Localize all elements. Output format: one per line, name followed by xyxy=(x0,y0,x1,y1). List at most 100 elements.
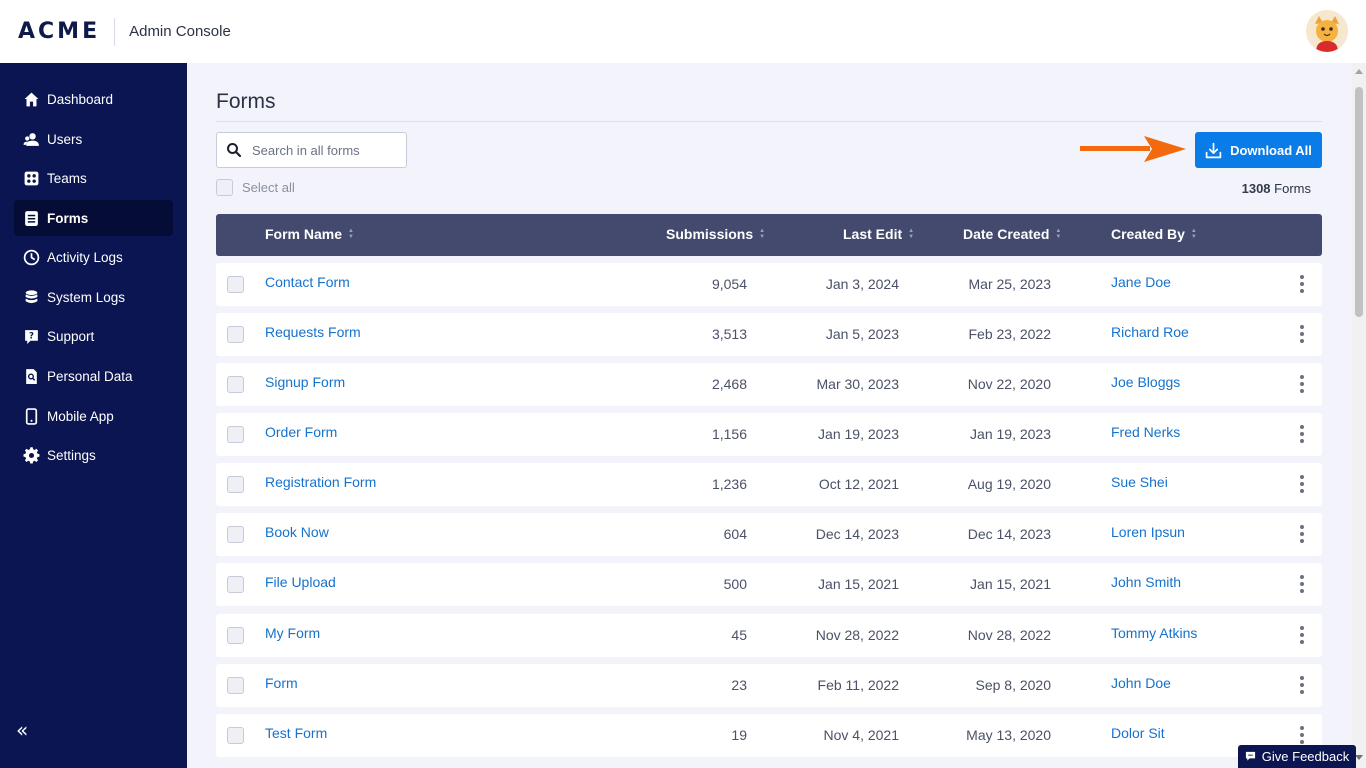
select-all[interactable]: Select all xyxy=(216,179,295,196)
scroll-down-icon[interactable] xyxy=(1355,755,1363,760)
row-checkbox[interactable] xyxy=(227,576,244,593)
more-options-icon[interactable] xyxy=(1297,575,1307,593)
created-by-link[interactable]: Sue Shei xyxy=(1111,474,1168,490)
more-options-icon[interactable] xyxy=(1297,676,1307,694)
created-by-link[interactable]: Jane Doe xyxy=(1111,274,1171,290)
last-edit-date: Jan 5, 2023 xyxy=(825,326,899,342)
user-avatar[interactable] xyxy=(1306,10,1348,52)
sidebar-item-teams[interactable]: Teams xyxy=(14,160,173,196)
form-name-link[interactable]: Registration Form xyxy=(265,474,376,490)
column-header-date-created[interactable]: Date Created ▲ ▼ xyxy=(963,226,1061,242)
sidebar-item-users[interactable]: Users xyxy=(14,121,173,157)
table-row: Book Now 604 Dec 14, 2023 Dec 14, 2023 L… xyxy=(216,513,1322,556)
page-title: Forms xyxy=(216,90,276,113)
sidebar-item-settings[interactable]: Settings xyxy=(14,437,173,473)
sidebar-item-mobile-app[interactable]: Mobile App xyxy=(14,398,173,434)
more-options-icon[interactable] xyxy=(1297,375,1307,393)
search-input[interactable] xyxy=(252,142,402,158)
download-all-button[interactable]: Download All xyxy=(1195,132,1322,168)
form-name-link[interactable]: Order Form xyxy=(265,424,337,440)
scroll-thumb[interactable] xyxy=(1355,87,1363,317)
select-all-checkbox[interactable] xyxy=(216,179,233,196)
personal-data-icon xyxy=(22,367,40,385)
help-icon: ? xyxy=(22,327,40,345)
table-row: Order Form 1,156 Jan 19, 2023 Jan 19, 20… xyxy=(216,413,1322,456)
form-name-link[interactable]: File Upload xyxy=(265,574,336,590)
created-by-link[interactable]: Fred Nerks xyxy=(1111,424,1180,440)
column-label: Submissions xyxy=(666,226,754,242)
column-header-created-by[interactable]: Created By ▲ ▼ xyxy=(1111,226,1197,242)
created-by-link[interactable]: Richard Roe xyxy=(1111,324,1189,340)
created-by-link[interactable]: Loren Ipsun xyxy=(1111,524,1185,540)
sidebar-item-forms[interactable]: Forms xyxy=(14,200,173,236)
table-row: File Upload 500 Jan 15, 2021 Jan 15, 202… xyxy=(216,563,1322,606)
date-created: Feb 23, 2022 xyxy=(968,326,1051,342)
date-created: Dec 14, 2023 xyxy=(967,526,1051,542)
teams-icon xyxy=(22,169,40,187)
submissions-count: 500 xyxy=(723,576,747,592)
column-label: Form Name xyxy=(265,226,343,242)
created-by-link[interactable]: John Smith xyxy=(1111,574,1181,590)
sidebar-item-personal-data[interactable]: Personal Data xyxy=(14,358,173,394)
form-name-link[interactable]: Test Form xyxy=(265,725,327,741)
created-by-link[interactable]: Tommy Atkins xyxy=(1111,625,1197,641)
collapse-sidebar-button[interactable]: « xyxy=(16,718,28,742)
more-options-icon[interactable] xyxy=(1297,626,1307,644)
sidebar-item-dashboard[interactable]: Dashboard xyxy=(14,81,173,117)
row-checkbox[interactable] xyxy=(227,526,244,543)
row-checkbox[interactable] xyxy=(227,476,244,493)
created-by-link[interactable]: John Doe xyxy=(1111,675,1171,691)
sidebar-item-label: Personal Data xyxy=(47,368,133,384)
last-edit-date: Jan 15, 2021 xyxy=(818,576,899,592)
created-by-link[interactable]: Joe Bloggs xyxy=(1111,374,1180,390)
more-options-icon[interactable] xyxy=(1297,525,1307,543)
top-bar: ACME Admin Console xyxy=(0,0,1366,63)
table-row: Form 23 Feb 11, 2022 Sep 8, 2020 John Do… xyxy=(216,664,1322,707)
column-header-submissions[interactable]: Submissions ▲ ▼ xyxy=(666,226,765,242)
submissions-count: 3,513 xyxy=(711,326,747,342)
last-edit-date: Mar 30, 2023 xyxy=(816,376,900,392)
row-checkbox[interactable] xyxy=(227,627,244,644)
table-row: Test Form 19 Nov 4, 2021 May 13, 2020 Do… xyxy=(216,714,1322,757)
row-checkbox[interactable] xyxy=(227,276,244,293)
row-checkbox[interactable] xyxy=(227,376,244,393)
created-by-link[interactable]: Dolor Sit xyxy=(1111,725,1165,741)
form-name-link[interactable]: My Form xyxy=(265,625,320,641)
more-options-icon[interactable] xyxy=(1297,325,1307,343)
last-edit-date: Nov 4, 2021 xyxy=(823,727,900,743)
row-checkbox[interactable] xyxy=(227,426,244,443)
give-feedback-button[interactable]: Give Feedback xyxy=(1238,745,1356,768)
sidebar-item-label: Users xyxy=(47,131,83,147)
form-name-link[interactable]: Signup Form xyxy=(265,374,345,390)
acme-logo[interactable]: ACME xyxy=(18,19,100,44)
row-checkbox[interactable] xyxy=(227,727,244,744)
form-count-number: 1308 xyxy=(1241,181,1271,196)
more-options-icon[interactable] xyxy=(1297,475,1307,493)
logo-divider xyxy=(114,17,116,46)
sidebar-item-support[interactable]: ? Support xyxy=(14,318,173,354)
submissions-count: 45 xyxy=(731,627,747,643)
sidebar-item-label: Settings xyxy=(47,447,96,463)
table-row: Contact Form 9,054 Jan 3, 2024 Mar 25, 2… xyxy=(216,263,1322,306)
column-header-last-edit[interactable]: Last Edit ▲ ▼ xyxy=(843,226,914,242)
download-all-label: Download All xyxy=(1230,142,1312,158)
last-edit-date: Nov 28, 2022 xyxy=(815,627,899,643)
more-options-icon[interactable] xyxy=(1297,425,1307,443)
form-name-link[interactable]: Requests Form xyxy=(265,324,361,340)
vertical-scrollbar[interactable] xyxy=(1352,63,1366,768)
sidebar-item-activity-logs[interactable]: Activity Logs xyxy=(14,239,173,275)
clock-icon xyxy=(22,248,40,266)
form-name-link[interactable]: Contact Form xyxy=(265,274,350,290)
column-header-form-name[interactable]: Form Name ▲ ▼ xyxy=(265,226,354,242)
row-checkbox[interactable] xyxy=(227,677,244,694)
scroll-up-icon[interactable] xyxy=(1355,69,1363,74)
form-name-link[interactable]: Form xyxy=(265,675,298,691)
row-checkbox[interactable] xyxy=(227,326,244,343)
table-row: My Form 45 Nov 28, 2022 Nov 28, 2022 Tom… xyxy=(216,614,1322,657)
more-options-icon[interactable] xyxy=(1297,275,1307,293)
search-box[interactable] xyxy=(216,132,407,168)
form-name-link[interactable]: Book Now xyxy=(265,524,329,540)
sidebar: Dashboard Users Teams Forms Activity Log… xyxy=(0,63,187,768)
more-options-icon[interactable] xyxy=(1297,726,1307,744)
sidebar-item-system-logs[interactable]: System Logs xyxy=(14,279,173,315)
